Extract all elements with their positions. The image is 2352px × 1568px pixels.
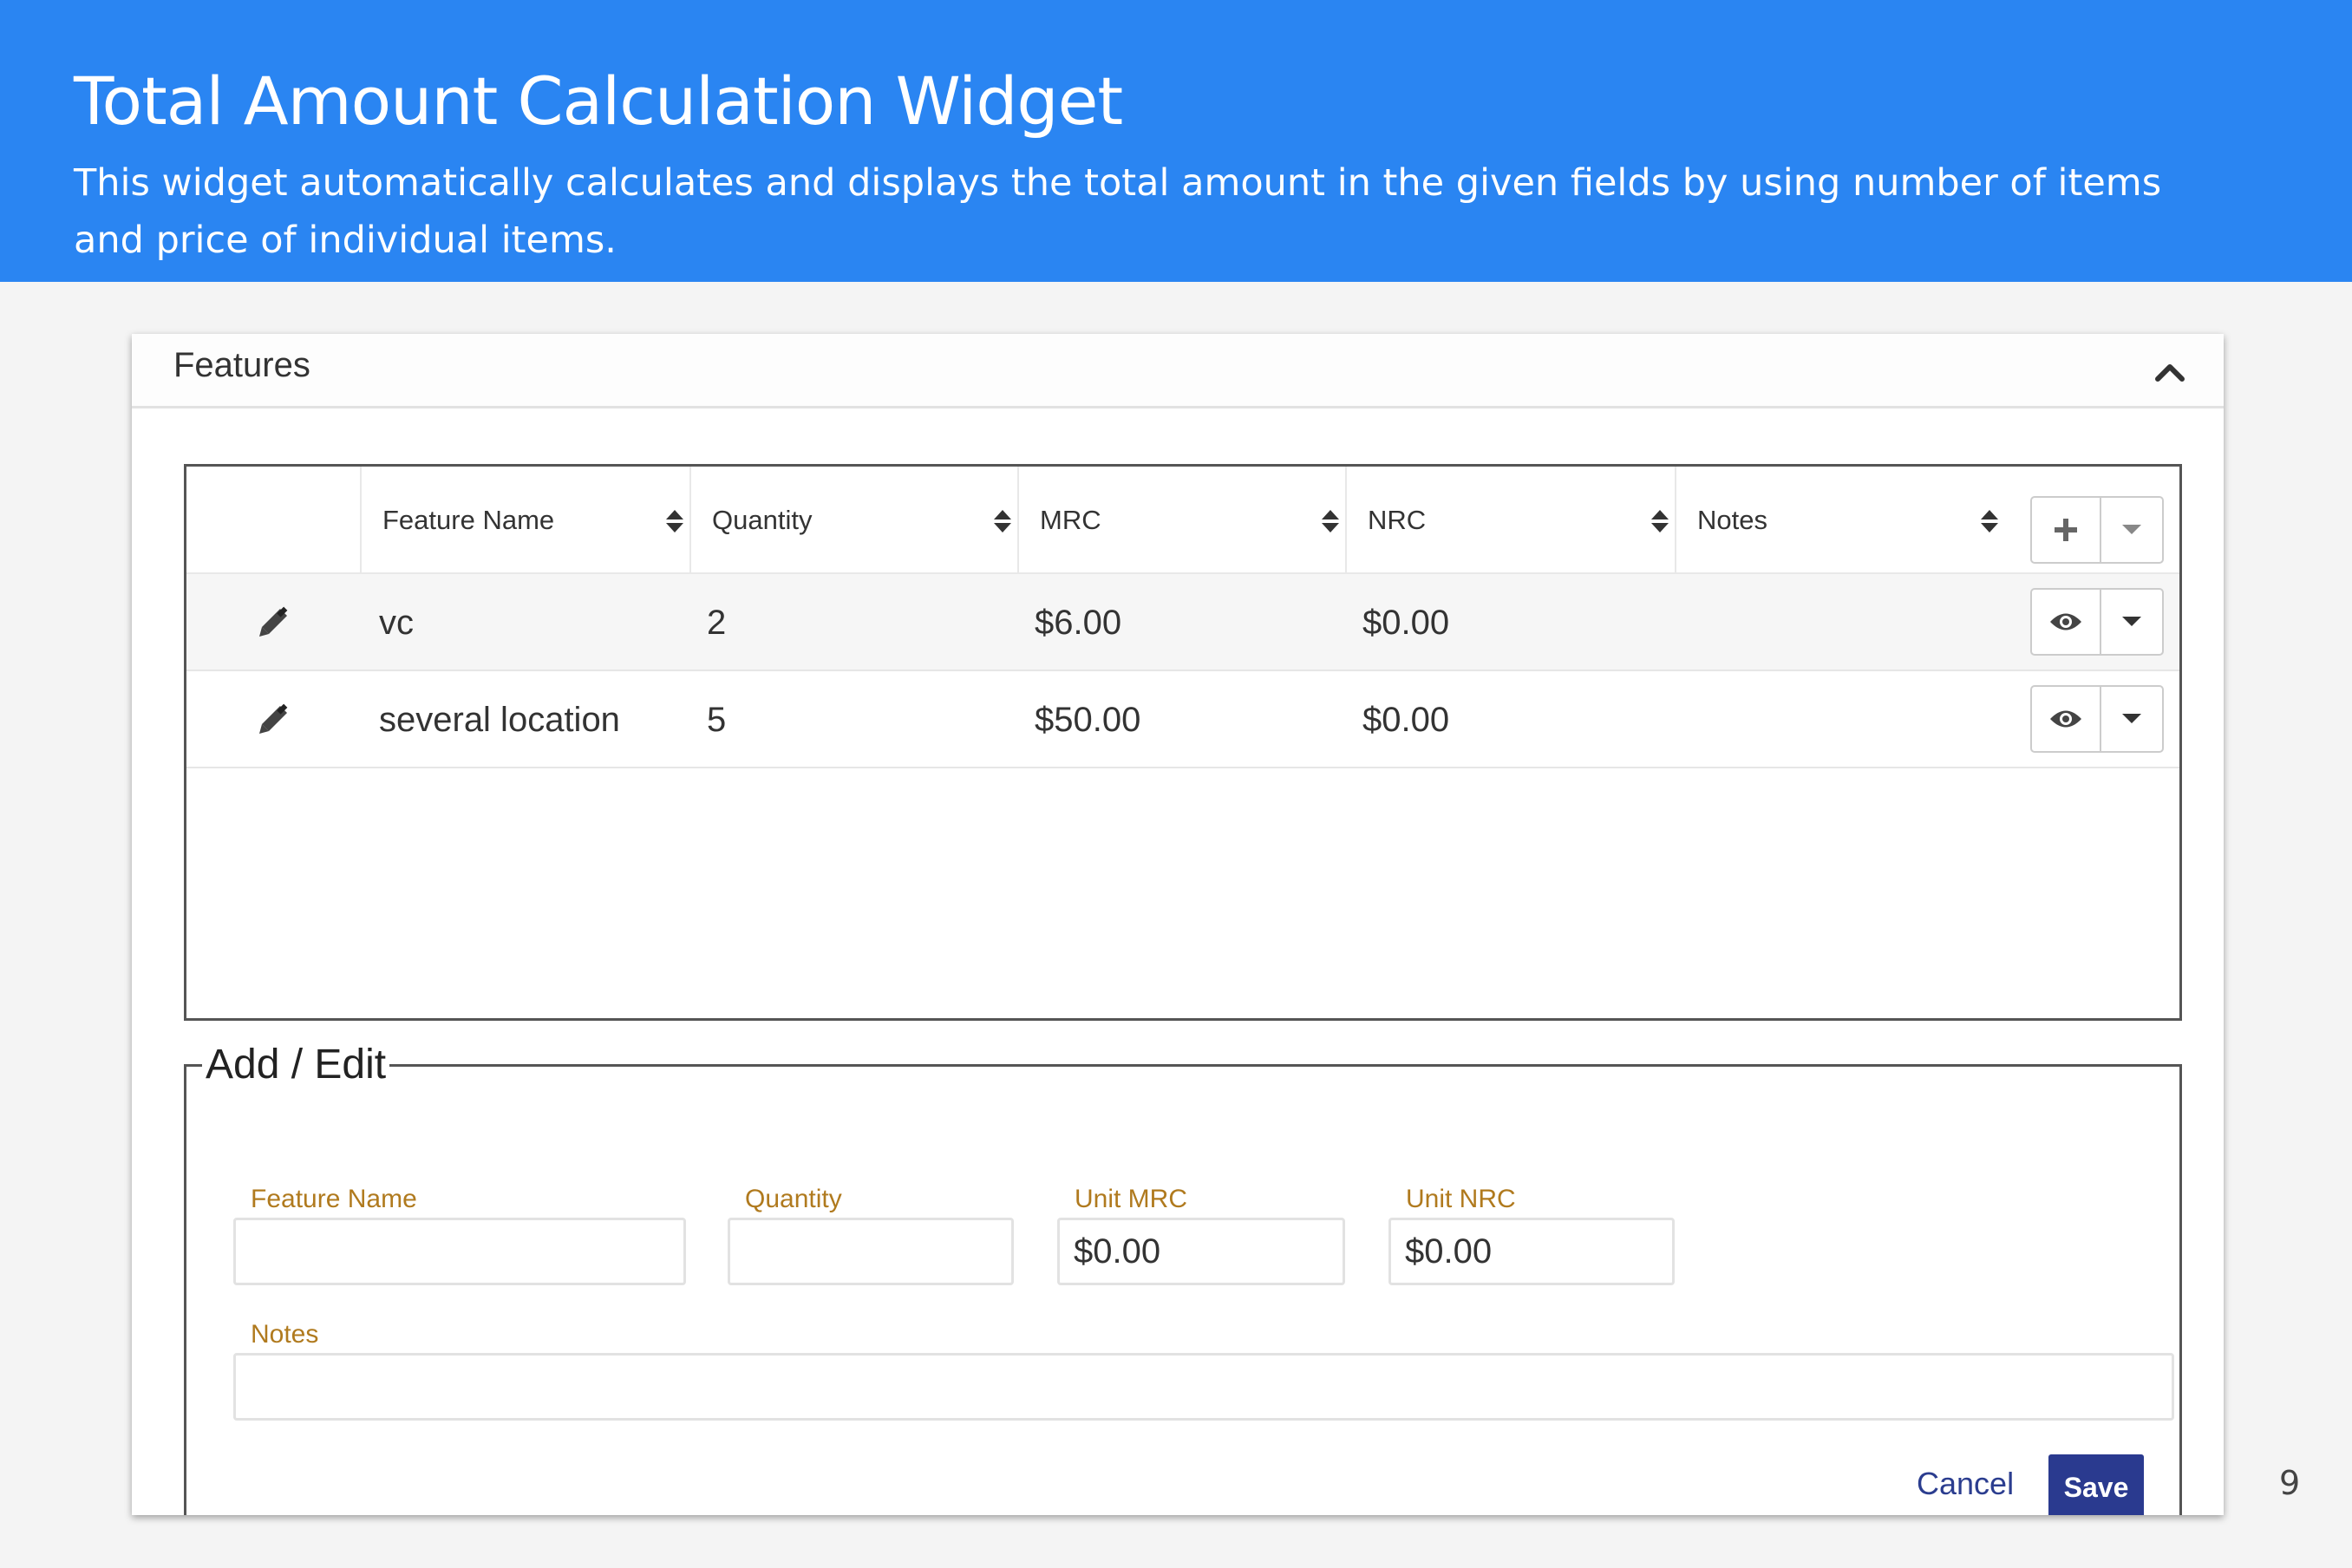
- table-header: Feature Name Quantity MRC NRC Notes: [186, 467, 2179, 574]
- column-header-nrc[interactable]: NRC: [1345, 467, 1675, 574]
- unit-mrc-label: Unit MRC: [1075, 1185, 1188, 1213]
- cell-feature-name: several location: [379, 701, 620, 739]
- add-edit-form: Add / Edit Feature Name Quantity Unit MR…: [184, 1041, 2182, 1515]
- column-header-mrc[interactable]: MRC: [1017, 467, 1345, 574]
- caret-down-icon: [2122, 525, 2141, 534]
- cell-mrc: $50.00: [1035, 701, 1141, 739]
- notes-input[interactable]: [233, 1353, 2174, 1421]
- feature-name-label: Feature Name: [251, 1185, 417, 1213]
- view-button[interactable]: [2032, 687, 2101, 751]
- features-table: Feature Name Quantity MRC NRC Notes vc 2…: [184, 464, 2182, 1021]
- cell-quantity: 5: [707, 701, 727, 739]
- caret-down-icon: [2122, 714, 2141, 723]
- unit-mrc-input[interactable]: [1057, 1218, 1345, 1285]
- cell-mrc: $6.00: [1035, 604, 1122, 642]
- column-header-notes[interactable]: Notes: [1675, 467, 2004, 574]
- header-banner: Total Amount Calculation Widget This wid…: [0, 0, 2352, 282]
- sort-icon[interactable]: [665, 508, 684, 534]
- page-description: This widget automatically calculates and…: [74, 161, 2162, 262]
- unit-nrc-label: Unit NRC: [1406, 1185, 1516, 1213]
- page-number: 9: [2279, 1464, 2301, 1502]
- add-dropdown-button[interactable]: [2101, 498, 2162, 562]
- unit-nrc-input[interactable]: [1388, 1218, 1675, 1285]
- panel-header[interactable]: Features: [132, 334, 2224, 408]
- notes-label: Notes: [251, 1320, 319, 1349]
- plus-icon: [2055, 519, 2077, 541]
- add-button[interactable]: [2032, 498, 2101, 562]
- panel-title: Features: [173, 346, 310, 384]
- table-row: vc 2 $6.00 $0.00: [186, 574, 2179, 671]
- cancel-button[interactable]: Cancel: [1917, 1466, 2014, 1502]
- feature-name-input[interactable]: [233, 1218, 686, 1285]
- sort-icon[interactable]: [993, 508, 1012, 534]
- pencil-icon[interactable]: [258, 605, 291, 638]
- caret-down-icon: [2122, 617, 2141, 626]
- sort-icon[interactable]: [1980, 508, 1999, 534]
- cell-feature-name: vc: [379, 604, 414, 642]
- cell-nrc: $0.00: [1362, 604, 1450, 642]
- eye-icon: [2050, 710, 2081, 728]
- page-title: Total Amount Calculation Widget: [74, 62, 1123, 140]
- row-actions: [2030, 685, 2164, 753]
- quantity-input[interactable]: [728, 1218, 1014, 1285]
- cell-quantity: 2: [707, 604, 727, 642]
- column-header-quantity[interactable]: Quantity: [689, 467, 1017, 574]
- row-dropdown-button[interactable]: [2101, 687, 2162, 751]
- view-button[interactable]: [2032, 590, 2101, 654]
- row-actions: [2030, 588, 2164, 656]
- quantity-label: Quantity: [745, 1185, 842, 1213]
- cell-nrc: $0.00: [1362, 701, 1450, 739]
- column-header-feature-name[interactable]: Feature Name: [360, 467, 689, 574]
- chevron-up-icon[interactable]: [2153, 355, 2187, 389]
- row-dropdown-button[interactable]: [2101, 590, 2162, 654]
- save-button[interactable]: Save: [2048, 1454, 2144, 1515]
- add-row-button-group: [2030, 496, 2164, 564]
- features-panel: Features Feature Name Quantity MRC NRC N…: [132, 334, 2224, 1515]
- sort-icon[interactable]: [1650, 508, 1669, 534]
- form-legend: Add / Edit: [202, 1041, 390, 1088]
- pencil-icon[interactable]: [258, 702, 291, 735]
- sort-icon[interactable]: [1321, 508, 1340, 534]
- eye-icon: [2050, 613, 2081, 630]
- table-row: several location 5 $50.00 $0.00: [186, 671, 2179, 768]
